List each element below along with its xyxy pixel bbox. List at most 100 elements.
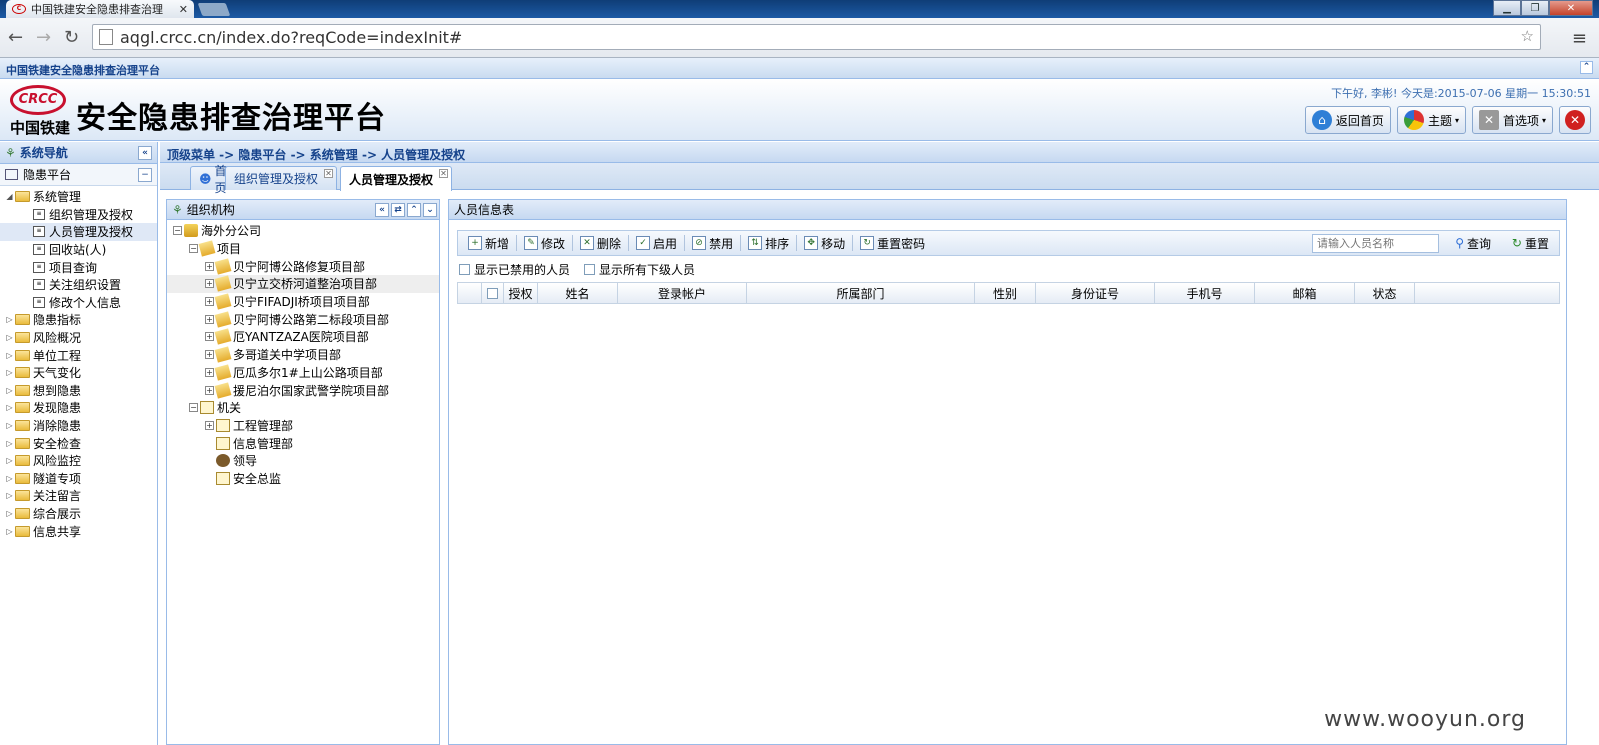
reset-button[interactable]: ↻ 重置 bbox=[1506, 232, 1555, 254]
column-header[interactable]: 邮箱 bbox=[1255, 283, 1355, 303]
org-node[interactable]: + 贝宁FIFADJI桥项目项目部 bbox=[167, 293, 439, 311]
nav-item[interactable]: ≡ 回收站(人) bbox=[0, 241, 157, 259]
org-node[interactable]: 领导 bbox=[167, 452, 439, 470]
expand-all-icon[interactable]: ⌃ bbox=[407, 203, 421, 217]
logout-button[interactable]: ✕ bbox=[1559, 106, 1591, 134]
collapsed-arrow-icon[interactable]: ▷ bbox=[4, 421, 15, 430]
expand-icon[interactable]: + bbox=[205, 297, 214, 307]
column-header[interactable]: 身份证号 bbox=[1036, 283, 1155, 303]
nav-item[interactable]: ▷ 安全检查 bbox=[0, 434, 157, 452]
collapsed-arrow-icon[interactable]: ▷ bbox=[4, 386, 15, 395]
collapsed-arrow-icon[interactable]: ▷ bbox=[4, 368, 15, 377]
nav-item[interactable]: ▷ 风险概况 bbox=[0, 329, 157, 347]
nav-item[interactable]: ▷ 隐患指标 bbox=[0, 311, 157, 329]
query-button[interactable]: ⚲ 查询 bbox=[1449, 232, 1497, 254]
show-subordinates-checkbox[interactable]: 显示所有下级人员 bbox=[584, 261, 695, 278]
nav-item[interactable]: ▷ 想到隐患 bbox=[0, 382, 157, 400]
bookmark-star-icon[interactable]: ☆ bbox=[1521, 27, 1534, 45]
nav-section-header[interactable]: 隐患平台 − bbox=[0, 164, 157, 186]
expand-icon[interactable]: + bbox=[205, 314, 214, 324]
new-tab-button[interactable] bbox=[197, 3, 231, 16]
expand-icon[interactable]: + bbox=[205, 332, 214, 342]
toolbar-button[interactable]: ⇅ 排序 bbox=[742, 232, 795, 254]
nav-item[interactable]: ▷ 消除隐患 bbox=[0, 417, 157, 435]
window-close-icon[interactable]: ✕ bbox=[1549, 0, 1593, 16]
toolbar-button[interactable]: ↻ 重置密码 bbox=[854, 232, 931, 254]
select-all-checkbox[interactable] bbox=[487, 287, 498, 299]
expand-icon[interactable]: + bbox=[205, 350, 214, 360]
collapse-icon[interactable]: − bbox=[189, 244, 198, 254]
tab-close-icon[interactable]: ✕ bbox=[179, 3, 188, 16]
tab-close-icon[interactable]: ✕ bbox=[324, 169, 333, 178]
nav-item[interactable]: ≡ 关注组织设置 bbox=[0, 276, 157, 294]
nav-item[interactable]: ≡ 修改个人信息 bbox=[0, 294, 157, 312]
collapsed-arrow-icon[interactable]: ▷ bbox=[4, 509, 15, 518]
column-header[interactable]: 登录帐户 bbox=[618, 283, 747, 303]
checkbox-icon[interactable] bbox=[459, 263, 470, 275]
nav-item[interactable]: ◢ 系统管理 bbox=[0, 188, 157, 206]
toolbar-button[interactable]: ⊘ 禁用 bbox=[686, 232, 739, 254]
expand-icon[interactable]: + bbox=[205, 261, 214, 271]
org-node[interactable]: − 海外分公司 bbox=[167, 222, 439, 240]
reload-icon[interactable]: ↻ bbox=[64, 27, 79, 48]
forward-icon[interactable]: → bbox=[36, 27, 51, 48]
collapsed-arrow-icon[interactable]: ▷ bbox=[4, 439, 15, 448]
org-node[interactable]: − 项目 bbox=[167, 240, 439, 258]
collapse-header-icon[interactable]: ⌃ bbox=[1580, 61, 1593, 74]
tab-staff-management[interactable]: 人员管理及授权 ✕ bbox=[340, 166, 452, 191]
collapse-left-icon[interactable]: « bbox=[375, 203, 389, 217]
toolbar-button[interactable]: + 新增 bbox=[462, 232, 515, 254]
expand-icon[interactable]: + bbox=[205, 279, 214, 289]
expand-icon[interactable]: + bbox=[205, 385, 214, 395]
browser-tab[interactable]: C 中国铁建安全隐患排查治理 ✕ bbox=[6, 0, 194, 18]
expand-icon[interactable]: + bbox=[205, 367, 214, 377]
nav-item[interactable]: ≡ 项目查询 bbox=[0, 258, 157, 276]
show-disabled-checkbox[interactable]: 显示已禁用的人员 bbox=[459, 261, 570, 278]
theme-button[interactable]: 主题 ▾ bbox=[1396, 106, 1466, 134]
org-node[interactable]: + 多哥道关中学项目部 bbox=[167, 346, 439, 364]
nav-item[interactable]: ▷ 天气变化 bbox=[0, 364, 157, 382]
back-icon[interactable]: ← bbox=[8, 27, 23, 48]
collapsed-arrow-icon[interactable]: ▷ bbox=[4, 333, 15, 342]
org-node[interactable]: 信息管理部 bbox=[167, 434, 439, 452]
collapsed-arrow-icon[interactable]: ▷ bbox=[4, 403, 15, 412]
expanded-arrow-icon[interactable]: ◢ bbox=[4, 192, 15, 201]
collapse-icon[interactable]: − bbox=[173, 226, 182, 236]
refresh-icon[interactable]: ⇄ bbox=[391, 203, 405, 217]
collapse-all-icon[interactable]: ⌄ bbox=[423, 203, 437, 217]
column-header[interactable]: 手机号 bbox=[1155, 283, 1255, 303]
column-header[interactable]: 性别 bbox=[975, 283, 1036, 303]
nav-item[interactable]: ▷ 单位工程 bbox=[0, 346, 157, 364]
tab-org-management[interactable]: 组织管理及授权 ✕ bbox=[225, 166, 337, 190]
tab-close-icon[interactable]: ✕ bbox=[439, 169, 448, 178]
collapse-left-icon[interactable]: « bbox=[138, 146, 152, 160]
org-node[interactable]: + 贝宁阿博公路第二标段项目部 bbox=[167, 310, 439, 328]
select-all-column[interactable] bbox=[482, 283, 504, 303]
org-node[interactable]: + 工程管理部 bbox=[167, 417, 439, 435]
org-node[interactable]: + 贝宁立交桥河道整治项目部 bbox=[167, 275, 439, 293]
nav-item[interactable]: ≡ 组织管理及授权 bbox=[0, 206, 157, 224]
expand-icon[interactable]: + bbox=[205, 420, 214, 430]
org-node[interactable]: − 机关 bbox=[167, 399, 439, 417]
toolbar-button[interactable]: ✓ 启用 bbox=[630, 232, 683, 254]
org-node[interactable]: + 援尼泊尔国家武警学院项目部 bbox=[167, 381, 439, 399]
nav-item[interactable]: ▷ 隧道专项 bbox=[0, 470, 157, 488]
column-header[interactable]: 所属部门 bbox=[747, 283, 975, 303]
staff-search-input[interactable] bbox=[1312, 234, 1439, 253]
nav-item[interactable]: ≡ 人员管理及授权 bbox=[0, 223, 157, 241]
home-button[interactable]: ⌂ 返回首页 bbox=[1304, 106, 1391, 134]
url-input[interactable]: aqgl.crcc.cn/index.do?reqCode=indexInit#… bbox=[92, 24, 1541, 50]
nav-item[interactable]: ▷ 风险监控 bbox=[0, 452, 157, 470]
collapsed-arrow-icon[interactable]: ▷ bbox=[4, 474, 15, 483]
prefs-button[interactable]: ✕ 首选项 ▾ bbox=[1471, 106, 1553, 134]
org-node[interactable]: + 厄瓜多尔1#上山公路项目部 bbox=[167, 364, 439, 382]
column-header[interactable]: 姓名 bbox=[538, 283, 618, 303]
collapsed-arrow-icon[interactable]: ▷ bbox=[4, 527, 15, 536]
org-node[interactable]: 安全总监 bbox=[167, 470, 439, 488]
nav-item[interactable]: ▷ 关注留言 bbox=[0, 487, 157, 505]
minimize-icon[interactable]: ▁ bbox=[1493, 0, 1521, 16]
collapsed-arrow-icon[interactable]: ▷ bbox=[4, 456, 15, 465]
nav-item[interactable]: ▷ 信息共享 bbox=[0, 522, 157, 540]
collapse-icon[interactable]: − bbox=[189, 403, 198, 413]
collapse-section-icon[interactable]: − bbox=[138, 168, 152, 182]
